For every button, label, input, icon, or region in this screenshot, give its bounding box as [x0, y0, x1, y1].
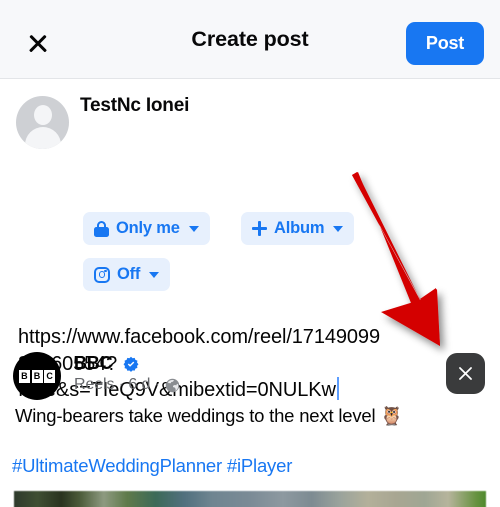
remove-preview-button[interactable] [446, 353, 485, 394]
source-name: BBC [74, 353, 113, 373]
globe-icon [165, 378, 180, 393]
source-meta-text: Reels · 6 d · [74, 376, 160, 393]
album-selector-chip[interactable]: Album [241, 212, 355, 245]
verified-badge-icon [123, 356, 139, 372]
bbc-letter-3: C [44, 369, 56, 383]
lock-icon [94, 220, 109, 237]
avatar-head-shape [33, 105, 52, 125]
bbc-letter-2: B [31, 369, 43, 383]
instagram-icon [94, 266, 110, 283]
user-name: TestNc Ionei [80, 95, 190, 116]
privacy-chip-label: Only me [116, 219, 180, 237]
instagram-chip-label: Off [117, 265, 141, 283]
avatar[interactable] [16, 96, 69, 149]
preview-thumbnail-image[interactable] [14, 491, 486, 507]
create-post-screen: Create post Post TestNc Ionei Only me Al… [0, 0, 500, 507]
app-header: Create post Post [0, 0, 500, 79]
avatar-body-shape [24, 127, 61, 149]
text-cursor [336, 377, 340, 400]
source-avatar: B B C [13, 352, 61, 400]
privacy-selector-chip[interactable]: Only me [83, 212, 210, 245]
chevron-down-icon [333, 225, 344, 232]
preview-hashtags[interactable]: #UltimateWeddingPlanner #iPlayer [12, 455, 292, 477]
post-text-input[interactable]: https://www.facebook.com/reel/1714909932… [18, 324, 383, 404]
chevron-down-icon [149, 271, 160, 278]
source-meta: Reels · 6 d · [74, 376, 180, 394]
bbc-letter-1: B [18, 369, 30, 383]
preview-body-text: Wing-bearers take weddings to the next l… [15, 405, 404, 426]
album-chip-label: Album [274, 219, 325, 237]
close-icon [459, 367, 472, 380]
post-button[interactable]: Post [406, 22, 484, 65]
chevron-down-icon [188, 225, 199, 232]
post-text-value: https://www.facebook.com/reel/1714909932… [18, 326, 380, 401]
plus-icon [252, 221, 267, 236]
instagram-crosspost-chip[interactable]: Off [83, 258, 171, 291]
